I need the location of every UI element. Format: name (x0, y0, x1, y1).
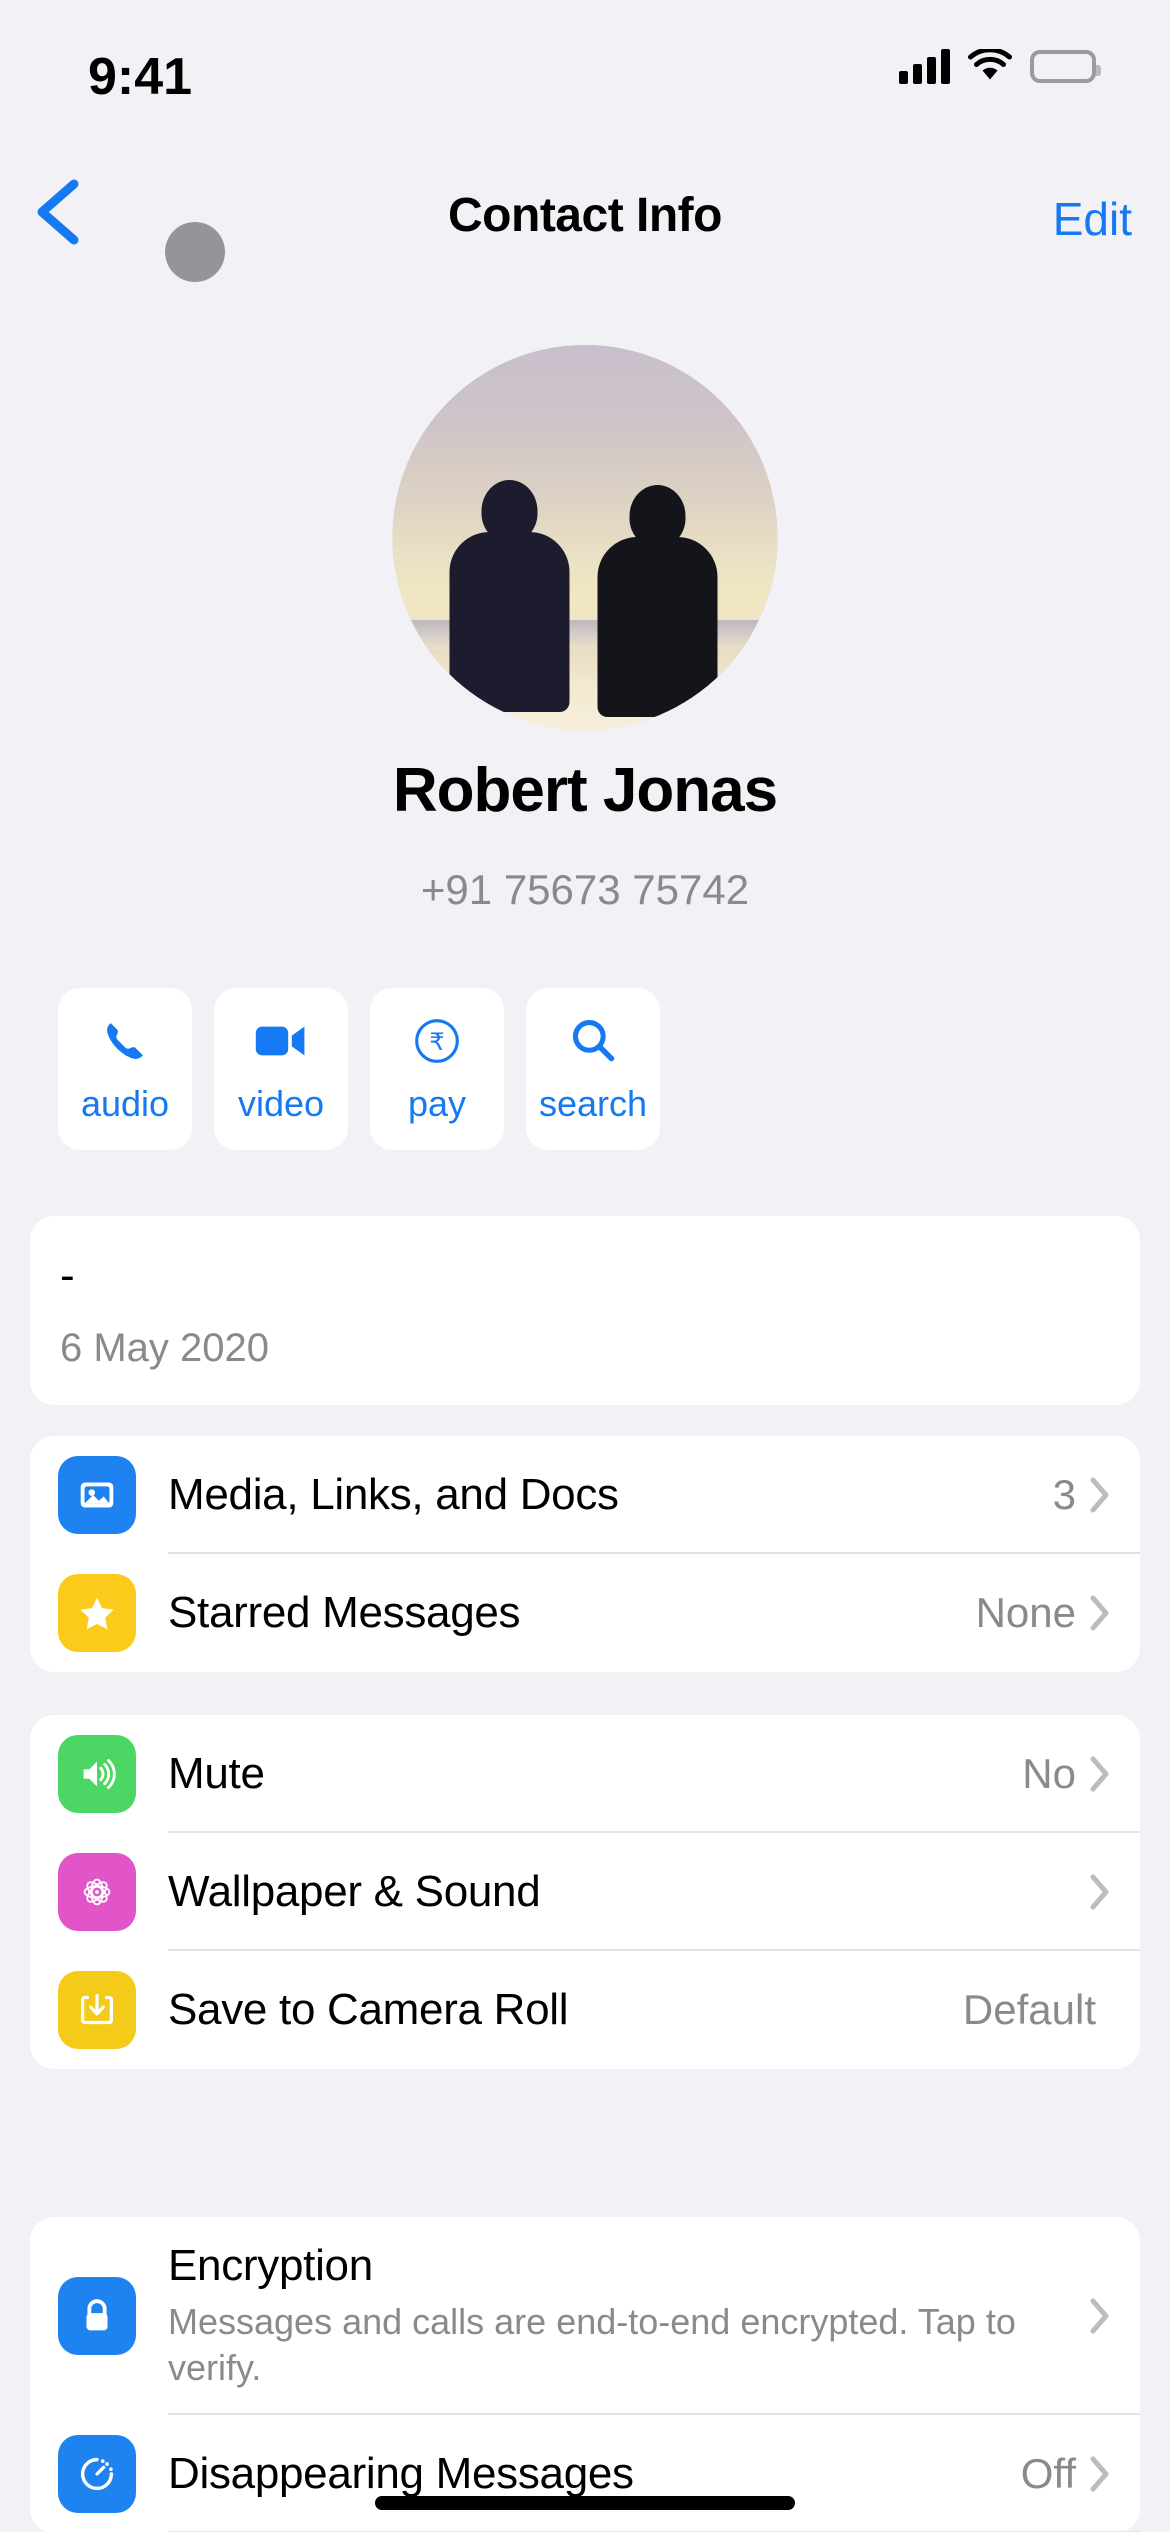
mute-row[interactable]: Mute No (30, 1715, 1140, 1833)
contact-name: Robert Jonas (392, 756, 778, 825)
profile-photo[interactable] (392, 345, 778, 730)
audio-call-button[interactable]: audio (58, 988, 192, 1150)
about-status-text: - (60, 1251, 75, 1300)
battery-icon (1030, 49, 1101, 83)
chevron-right-icon (1090, 1477, 1110, 1513)
rupee-circle-icon: ₹ (413, 1013, 461, 1069)
navigation-bar: Contact Info Edit (0, 170, 1170, 282)
contact-info-screen: 9:41 Contact Info Edit Robert Jonas +91 … (0, 0, 1170, 2532)
encryption-subtitle: Messages and calls are end-to-end encryp… (168, 2301, 1016, 2389)
media-section-card: Media, Links, and Docs 3 Starred Message… (30, 1436, 1140, 1672)
disappearing-messages-row[interactable]: Disappearing Messages Off (30, 2415, 1140, 2532)
search-icon (569, 1013, 617, 1069)
encryption-row[interactable]: Encryption Messages and calls are end-to… (30, 2217, 1140, 2416)
encryption-label: Encryption (168, 2241, 373, 2290)
profile-photo-image (392, 345, 778, 730)
save-to-camera-roll-value: Default (962, 1986, 1096, 2033)
pay-button[interactable]: ₹ pay (370, 988, 504, 1150)
home-indicator (375, 2496, 795, 2510)
svg-text:₹: ₹ (429, 1028, 444, 1056)
phone-icon (100, 1013, 150, 1069)
star-icon (58, 1574, 136, 1652)
disappearing-messages-label: Disappearing Messages (168, 2449, 634, 2499)
chevron-right-icon (1090, 1874, 1110, 1910)
wallpaper-sound-row[interactable]: Wallpaper & Sound (30, 1833, 1140, 1951)
media-links-docs-label: Media, Links, and Docs (168, 1470, 619, 1519)
search-label: search (538, 1083, 648, 1124)
lock-icon (58, 2277, 136, 2356)
privacy-section-card: Encryption Messages and calls are end-to… (30, 2217, 1140, 2532)
starred-messages-value: None (975, 1589, 1076, 1636)
photo-icon (58, 1456, 136, 1534)
settings-section-card: Mute No Wallpaper & Sound Save to Camera… (30, 1715, 1140, 2069)
about-card[interactable]: - 6 May 2020 (30, 1216, 1140, 1405)
video-call-button[interactable]: video (214, 988, 348, 1150)
contact-phone: +91 75673 75742 (420, 866, 750, 913)
media-links-docs-row[interactable]: Media, Links, and Docs 3 (30, 1436, 1140, 1554)
search-button[interactable]: search (526, 988, 660, 1150)
chevron-right-icon (1090, 1595, 1110, 1631)
save-to-camera-roll-label: Save to Camera Roll (168, 1985, 569, 2034)
action-buttons: audio video ₹ pay search (58, 988, 660, 1150)
starred-messages-row[interactable]: Starred Messages None (30, 1554, 1140, 1672)
pay-label: pay (407, 1083, 467, 1124)
mute-label: Mute (168, 1749, 265, 1798)
flower-icon (58, 1853, 136, 1931)
download-box-icon (58, 1971, 136, 2049)
audio-call-label: audio (80, 1083, 170, 1124)
status-bar-time: 9:41 (88, 48, 193, 106)
photo-figure-left (445, 480, 575, 730)
edit-button[interactable]: Edit (1053, 192, 1132, 246)
wallpaper-sound-label: Wallpaper & Sound (168, 1867, 541, 1916)
page-title: Contact Info (448, 189, 722, 242)
photo-figure-right (593, 485, 723, 730)
speaker-wave-icon (58, 1735, 136, 1813)
save-to-camera-roll-row[interactable]: Save to Camera Roll Default (30, 1951, 1140, 2069)
chevron-right-icon (1090, 1756, 1110, 1792)
wifi-icon (968, 47, 1012, 83)
status-bar: 9:41 (0, 0, 1170, 150)
cellular-signal-icon (899, 48, 950, 84)
about-date: 6 May 2020 (60, 1326, 270, 1370)
mute-value: No (1022, 1750, 1076, 1797)
status-bar-indicators (899, 47, 1101, 84)
media-links-docs-value: 3 (1052, 1471, 1076, 1518)
chevron-right-icon (1090, 2298, 1110, 2334)
video-camera-icon (254, 1013, 308, 1069)
disappearing-messages-value: Off (1020, 2450, 1076, 2498)
timer-icon (58, 2435, 136, 2514)
video-call-label: video (237, 1083, 325, 1124)
starred-messages-label: Starred Messages (168, 1588, 521, 1637)
chevron-right-icon (1090, 2456, 1110, 2492)
